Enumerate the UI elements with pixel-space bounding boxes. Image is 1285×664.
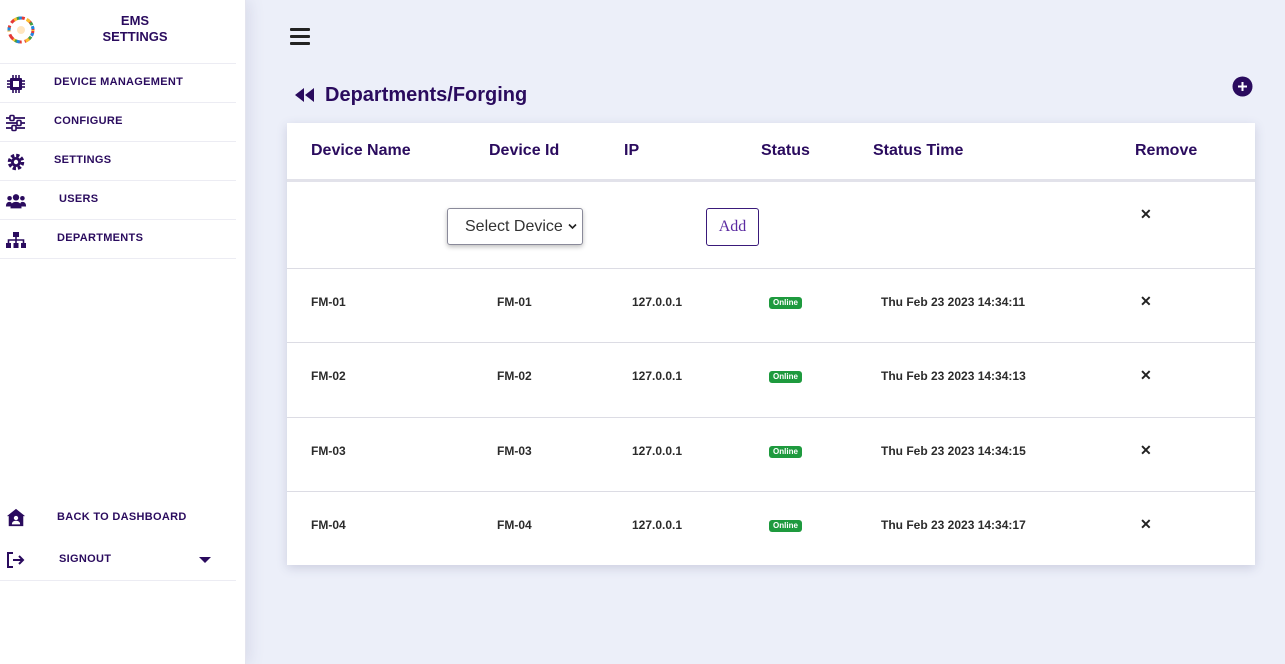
- column-header-ip: IP: [624, 142, 640, 159]
- status-time-cell: Thu Feb 23 2023 14:34:17: [881, 518, 1026, 532]
- column-header-device-name: Device Name: [311, 142, 411, 159]
- table-row: FM-01 FM-01 127.0.0.1 Online Thu Feb 23 …: [287, 269, 1255, 343]
- page-title: Departments/Forging: [325, 84, 528, 106]
- status-time-cell: Thu Feb 23 2023 14:34:13: [881, 369, 1026, 383]
- sidebar-item-users[interactable]: USERS: [0, 181, 236, 220]
- device-name-cell: FM-04: [311, 518, 346, 532]
- device-name-cell: FM-01: [311, 295, 346, 309]
- select-device-placeholder: Select Device: [465, 218, 563, 235]
- sidebar-item-label: SETTINGS: [54, 154, 112, 166]
- device-id-cell: FM-04: [497, 518, 532, 532]
- add-device-row: Select Device Add ✕: [287, 182, 1255, 269]
- ip-cell: 127.0.0.1: [632, 369, 683, 383]
- add-circle-icon[interactable]: [1232, 76, 1253, 97]
- sidebar-item-label: CONFIGURE: [54, 115, 123, 127]
- backward-icon[interactable]: [293, 86, 317, 104]
- add-device-button[interactable]: Add: [706, 208, 759, 246]
- device-id-cell: FM-01: [497, 295, 532, 309]
- chevron-down-icon[interactable]: [198, 555, 212, 565]
- select-device-dropdown[interactable]: Select Device: [447, 208, 583, 245]
- column-header-status: Status: [761, 142, 810, 159]
- status-time-cell: Thu Feb 23 2023 14:34:15: [881, 444, 1026, 458]
- remove-icon[interactable]: ✕: [1140, 442, 1152, 459]
- status-badge: Online: [769, 520, 802, 532]
- devices-table: Device Name Device Id IP Status Status T…: [287, 123, 1255, 565]
- ip-cell: 127.0.0.1: [632, 518, 683, 532]
- device-name-cell: FM-03: [311, 444, 346, 458]
- status-badge: Online: [769, 446, 802, 458]
- ip-cell: 127.0.0.1: [632, 295, 683, 309]
- status-badge: Online: [769, 297, 802, 309]
- status-badge: Online: [769, 371, 802, 383]
- chip-icon: [7, 75, 25, 93]
- sign-out-icon: [7, 552, 25, 568]
- sidebar: EMS SETTINGS DEVICE MANAGEMENT CONFIGURE…: [0, 0, 246, 664]
- app-title-line2: SETTINGS: [102, 29, 168, 44]
- app-title-line1: EMS: [120, 13, 150, 28]
- device-id-cell: FM-02: [497, 369, 532, 383]
- remove-icon[interactable]: ✕: [1140, 367, 1152, 384]
- column-header-remove: Remove: [1135, 142, 1198, 159]
- sitemap-icon: [6, 232, 26, 248]
- remove-icon[interactable]: ✕: [1140, 516, 1152, 533]
- status-time-cell: Thu Feb 23 2023 14:34:11: [881, 295, 1026, 309]
- sidebar-item-label: USERS: [59, 193, 99, 205]
- column-header-device-id: Device Id: [489, 142, 560, 159]
- remove-icon[interactable]: ✕: [1140, 206, 1152, 223]
- sidebar-item-label: DEPARTMENTS: [57, 232, 144, 244]
- sidebar-item-label: BACK TO DASHBOARD: [57, 511, 187, 523]
- column-header-status-time: Status Time: [873, 142, 964, 159]
- sidebar-item-departments[interactable]: DEPARTMENTS: [0, 220, 236, 259]
- table-row: FM-03 FM-03 127.0.0.1 Online Thu Feb 23 …: [287, 418, 1255, 492]
- sliders-icon: [6, 114, 25, 132]
- device-id-cell: FM-03: [497, 444, 532, 458]
- main-content: Departments/Forging Device Name Device I…: [246, 0, 1285, 664]
- signout-menu[interactable]: SIGNOUT: [0, 540, 236, 581]
- sidebar-item-label: SIGNOUT: [59, 553, 112, 565]
- gear-logo-icon: [7, 16, 35, 44]
- house-user-icon: [6, 508, 26, 527]
- users-icon: [5, 194, 27, 209]
- table-row: FM-04 FM-04 127.0.0.1 Online Thu Feb 23 …: [287, 492, 1255, 565]
- device-name-cell: FM-02: [311, 369, 346, 383]
- gear-icon: [7, 153, 25, 171]
- menu-toggle-icon[interactable]: [290, 28, 310, 48]
- chevron-down-icon: [568, 223, 577, 230]
- ip-cell: 127.0.0.1: [632, 444, 683, 458]
- app-title: EMS SETTINGS: [80, 13, 190, 45]
- back-to-dashboard-link[interactable]: BACK TO DASHBOARD: [0, 499, 236, 538]
- table-row: FM-02 FM-02 127.0.0.1 Online Thu Feb 23 …: [287, 343, 1255, 418]
- remove-icon[interactable]: ✕: [1140, 293, 1152, 310]
- sidebar-item-label: DEVICE MANAGEMENT: [54, 76, 184, 88]
- sidebar-item-configure[interactable]: CONFIGURE: [0, 103, 236, 142]
- sidebar-item-settings[interactable]: SETTINGS: [0, 142, 236, 181]
- sidebar-item-device-management[interactable]: DEVICE MANAGEMENT: [0, 64, 236, 103]
- brand-header: EMS SETTINGS: [0, 0, 236, 64]
